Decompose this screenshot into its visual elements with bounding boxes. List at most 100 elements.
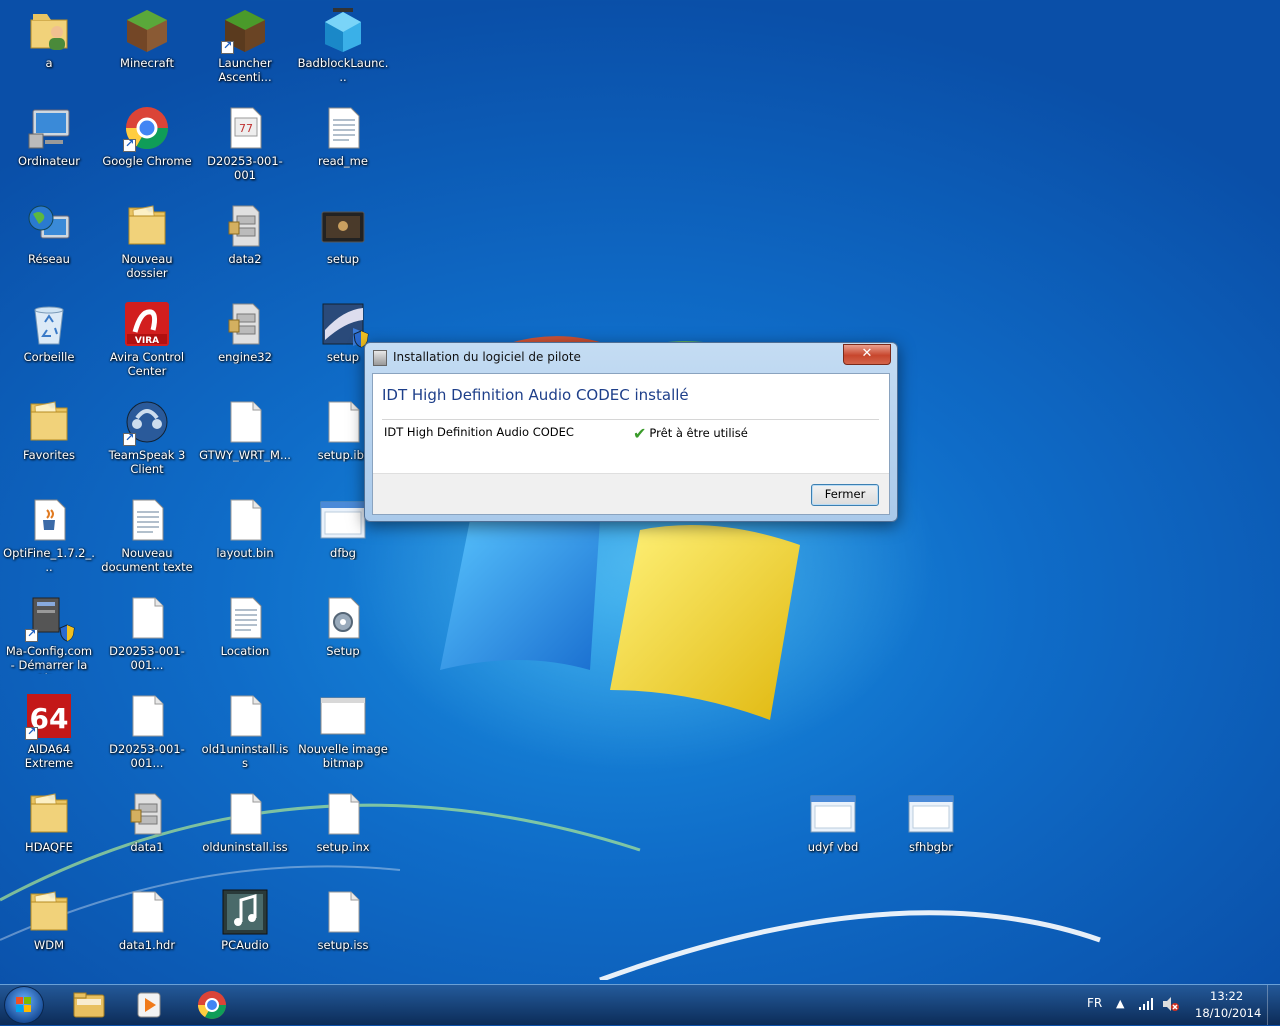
svg-text:77: 77 [239, 122, 253, 135]
checkmark-icon: ✔ [633, 424, 647, 443]
folder-icon [123, 202, 171, 250]
fermer-button[interactable]: Fermer [811, 484, 879, 506]
desktop-icon-teamspeak-3-client[interactable]: TeamSpeak 3 Client [99, 394, 195, 490]
desktop-icon-ma-config-com-d-marrer-la-d-t[interactable]: Ma-Config.com - Démarrer la dét... [1, 590, 97, 686]
taskbar: FR ▲ 13:22 18/10/2014 [0, 984, 1280, 1025]
desktop-icon-sfhbgbr[interactable]: sfhbgbr [883, 786, 979, 882]
blank-file-icon [123, 594, 171, 642]
desktop-icon-d20253-001-001[interactable]: D20253-001-001... [99, 590, 195, 686]
desktop-icon-label: Setup [326, 644, 360, 658]
volume-muted-icon[interactable] [1162, 996, 1180, 1012]
desktop-icon-label: TeamSpeak 3 Client [108, 448, 186, 476]
desktop-icon-label: D20253-001-001 [207, 154, 283, 182]
desktop-icon-label: data1 [130, 840, 164, 854]
desktop-icon-minecraft[interactable]: Minecraft [99, 2, 195, 98]
desktop-icon-label: setup.inx [316, 840, 370, 854]
desktop-icon-avira-control-center[interactable]: VIRA Avira Control Center [99, 296, 195, 392]
chrome-icon [123, 104, 171, 152]
desktop-icon-d20253-001-001[interactable]: 77 D20253-001-001 [197, 100, 293, 196]
desktop-icon-label: HDAQFE [25, 840, 73, 854]
java-file-icon [25, 496, 73, 544]
dialog-close-button[interactable]: ✕ [843, 344, 891, 365]
desktop-icon-label: setup [326, 252, 360, 266]
desktop-icon-badblocklaunc[interactable]: BadblockLaunc... [295, 2, 391, 98]
taskbar-explorer[interactable] [62, 987, 116, 1023]
desktop-icon-label: Avira Control Center [109, 350, 185, 378]
desktop-icon-label: Nouveau dossier [121, 252, 173, 280]
desktop-icon-location[interactable]: Location [197, 590, 293, 686]
user-folder-icon [25, 6, 73, 54]
avira-icon: VIRA [123, 300, 171, 348]
start-button[interactable] [4, 986, 44, 1024]
desktop-icon-data1-hdr[interactable]: data1.hdr [99, 884, 195, 980]
desktop-icon-favorites[interactable]: Favorites [1, 394, 97, 490]
desktop-icon-gtwy-wrt-m[interactable]: GTWY_WRT_M... [197, 394, 293, 490]
desktop-icon-aida64-extreme[interactable]: 64AIDA64 Extreme [1, 688, 97, 784]
desktop-icon-google-chrome[interactable]: Google Chrome [99, 100, 195, 196]
install-heading: IDT High Definition Audio CODEC installé [382, 386, 689, 404]
language-indicator[interactable]: FR [1087, 996, 1102, 1010]
desktop-icon-optifine-1-7-2[interactable]: OptiFine_1.7.2_... [1, 492, 97, 588]
desktop-icon-corbeille[interactable]: Corbeille [1, 296, 97, 392]
network-signal-icon[interactable] [1138, 997, 1154, 1011]
desktop-icon-engine32[interactable]: engine32 [197, 296, 293, 392]
desktop-icon-setup[interactable]: Setup [295, 590, 391, 686]
blank-file-icon [221, 398, 269, 446]
desktop-icon-label: a [45, 56, 53, 70]
desktop-icon-hdaqfe[interactable]: HDAQFE [1, 786, 97, 882]
desktop-icon-setup-inx[interactable]: setup.inx [295, 786, 391, 882]
desktop-icon-label: GTWY_WRT_M... [199, 448, 291, 462]
separator [382, 419, 879, 420]
desktop-icon-r-seau[interactable]: Réseau [1, 198, 97, 294]
desktop-icon-nouvelle-image-bitmap[interactable]: Nouvelle image bitmap [295, 688, 391, 784]
show-hidden-icons-icon[interactable]: ▲ [1116, 997, 1124, 1010]
taskbar-media-player[interactable] [122, 987, 176, 1023]
desktop-icon-label: Google Chrome [102, 154, 192, 168]
media-player-icon [137, 992, 161, 1018]
shortcut-arrow-icon [221, 39, 234, 54]
desktop-icon-label: Nouveau document texte [101, 546, 193, 574]
device-status-text: Prêt à être utilisé [649, 426, 748, 440]
blank-file-icon [221, 790, 269, 838]
clock-date[interactable]: 18/10/2014 [1195, 1006, 1261, 1020]
chrome-icon [198, 991, 226, 1019]
dialog-title: Installation du logiciel de pilote [393, 350, 581, 364]
desktop-icon-data2[interactable]: data2 [197, 198, 293, 294]
desktop-icon-label: olduninstall.iss [202, 840, 288, 854]
desktop-icon-nouveau-dossier[interactable]: Nouveau dossier [99, 198, 195, 294]
desktop-icon-a[interactable]: a [1, 2, 97, 98]
desktop-icon-layout-bin[interactable]: layout.bin [197, 492, 293, 588]
window-app-icon [319, 496, 367, 544]
desktop-icon-label: data2 [228, 252, 262, 266]
desktop-icon-label: sfhbgbr [909, 840, 953, 854]
desktop-icon-old1uninstall-iss[interactable]: old1uninstall.iss [197, 688, 293, 784]
desktop-icon-wdm[interactable]: WDM [1, 884, 97, 980]
minecraft-icon [123, 6, 171, 54]
blank-file-icon [221, 496, 269, 544]
desktop-icon-data1[interactable]: data1 [99, 786, 195, 882]
blank-file-icon [319, 398, 367, 446]
desktop-icon-launcher-ascenti[interactable]: Launcher Ascenti... [197, 2, 293, 98]
desktop-icon-ordinateur[interactable]: Ordinateur [1, 100, 97, 196]
desktop-icon-setup-iss[interactable]: setup.iss [295, 884, 391, 980]
desktop-icon-label: Ma-Config.com - Démarrer la dét... [5, 644, 93, 674]
desktop-icon-label: Nouvelle image bitmap [298, 742, 388, 770]
computer-icon [25, 104, 73, 152]
desktop-icon-pcaudio[interactable]: PCAudio [197, 884, 293, 980]
desktop-icon-udyf-vbd[interactable]: udyf vbd [785, 786, 881, 882]
desktop-icon-d20253-001-001[interactable]: D20253-001-001... [99, 688, 195, 784]
cabinet-file-icon [221, 300, 269, 348]
shortcut-arrow-icon [123, 431, 136, 446]
show-desktop-button[interactable] [1267, 985, 1280, 1025]
desktop-icon-label: WDM [33, 938, 65, 952]
desktop-icon-read-me[interactable]: read_me [295, 100, 391, 196]
desktop-icon-nouveau-document-texte[interactable]: Nouveau document texte [99, 492, 195, 588]
desktop-icon-label: BadblockLaunc... [297, 56, 389, 84]
taskbar-chrome[interactable] [185, 987, 239, 1023]
clock-time[interactable]: 13:22 [1210, 989, 1243, 1003]
blank-file-icon [319, 790, 367, 838]
desktop-icon-olduninstall-iss[interactable]: olduninstall.iss [197, 786, 293, 882]
folder-icon [25, 398, 73, 446]
desktop-icon-setup[interactable]: setup [295, 198, 391, 294]
desktop-icon-label: D20253-001-001... [109, 644, 185, 672]
